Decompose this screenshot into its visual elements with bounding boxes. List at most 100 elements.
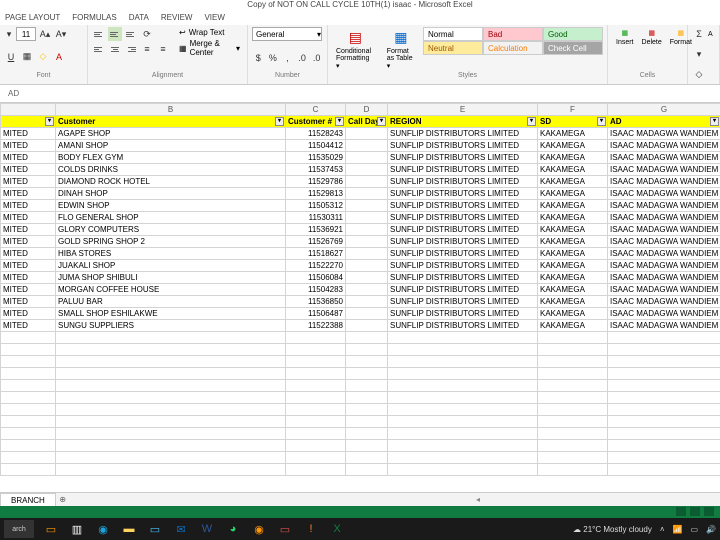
table-row[interactable]: MITEDJUAKALI SHOP11522270SUNFLIP DISTRIB… (1, 260, 720, 272)
wrap-text-button[interactable]: ↩Wrap Text (176, 27, 243, 38)
volume-icon[interactable]: 🔊 (706, 525, 716, 534)
increase-decimal-icon[interactable]: .0 (296, 51, 309, 65)
tab-data[interactable]: DATA (129, 13, 149, 22)
filter-icon[interactable]: ▾ (335, 117, 344, 126)
edge-icon[interactable]: ◉ (94, 520, 112, 538)
fill-icon[interactable]: ▾ (692, 47, 706, 61)
font-size-input[interactable] (16, 27, 36, 41)
insert-button[interactable]: ▦Insert (612, 27, 638, 72)
format-as-table-button[interactable]: ▦Format as Table ▾ (383, 27, 419, 72)
tab-formulas[interactable]: FORMULAS (72, 13, 116, 22)
table-row[interactable] (1, 416, 720, 428)
folder-icon[interactable]: ▬ (120, 520, 138, 538)
table-row[interactable]: MITEDHIBA STORES11518627SUNFLIP DISTRIBU… (1, 248, 720, 260)
add-sheet-button[interactable]: ⊕ (56, 495, 70, 504)
column-headers[interactable]: BCDEFG (1, 104, 720, 116)
style-neutral[interactable]: Neutral (423, 41, 483, 55)
sheet-tab-branch[interactable]: BRANCH (0, 493, 56, 506)
decrease-decimal-icon[interactable]: .0 (310, 51, 323, 65)
tab-view[interactable]: VIEW (204, 13, 224, 22)
table-row[interactable]: MITEDEDWIN SHOP11505312SUNFLIP DISTRIBUT… (1, 200, 720, 212)
table-row[interactable]: MITEDAMANI SHOP11504412SUNFLIP DISTRIBUT… (1, 140, 720, 152)
word-icon[interactable]: W (198, 520, 216, 538)
view-break-icon[interactable] (704, 507, 714, 516)
underline-button[interactable]: U (4, 50, 18, 64)
table-row[interactable]: MITEDDIAMOND ROCK HOTEL11529786SUNFLIP D… (1, 176, 720, 188)
tab-review[interactable]: REVIEW (161, 13, 193, 22)
table-row[interactable]: MITEDJUMA SHOP SHIBULI11506084SUNFLIP DI… (1, 272, 720, 284)
table-row[interactable]: MITEDFLO GENERAL SHOP11530311SUNFLIP DIS… (1, 212, 720, 224)
indent-right-icon[interactable]: ≡ (156, 42, 170, 56)
view-normal-icon[interactable] (676, 507, 686, 516)
align-right-icon[interactable] (124, 42, 138, 56)
table-row[interactable]: MITEDCOLDS DRINKS11537453SUNFLIP DISTRIB… (1, 164, 720, 176)
number-format-dropdown[interactable]: General▾ (252, 27, 322, 41)
table-row[interactable]: MITEDSUNGU SUPPLIERS11522388SUNFLIP DIST… (1, 320, 720, 332)
battery-icon[interactable]: ▭ (690, 525, 698, 534)
style-good[interactable]: Good (543, 27, 603, 41)
file-explorer-icon[interactable]: ▭ (42, 520, 60, 538)
indent-left-icon[interactable]: ≡ (140, 42, 154, 56)
table-row[interactable] (1, 440, 720, 452)
grow-font-icon[interactable]: A▴ (38, 27, 52, 41)
shrink-font-icon[interactable]: A▾ (54, 27, 68, 41)
align-top-icon[interactable] (92, 27, 106, 41)
style-calculation[interactable]: Calculation (483, 41, 543, 55)
table-row[interactable] (1, 380, 720, 392)
filter-icon[interactable]: ▾ (597, 117, 606, 126)
view-page-icon[interactable] (690, 507, 700, 516)
table-row[interactable] (1, 404, 720, 416)
autosum-icon[interactable]: Σ (692, 27, 706, 41)
orientation-icon[interactable]: ⟳ (140, 27, 154, 41)
delete-button[interactable]: ▦Delete (638, 27, 666, 72)
merge-center-button[interactable]: ▦Merge & Center ▾ (176, 38, 243, 58)
firefox-icon[interactable]: ◉ (250, 520, 268, 538)
clear-icon[interactable]: ◇ (692, 67, 706, 81)
currency-icon[interactable]: $ (252, 51, 265, 65)
wifi-icon[interactable]: 📶 (673, 525, 683, 534)
table-row[interactable] (1, 428, 720, 440)
table-row[interactable]: MITEDAGAPE SHOP11528243SUNFLIP DISTRIBUT… (1, 128, 720, 140)
name-box[interactable]: AD (0, 85, 720, 103)
font-color-button[interactable]: A (52, 50, 66, 64)
style-normal[interactable]: Normal (423, 27, 483, 41)
header-row[interactable]: ▾ Customer▾ Customer #▾ Call Day▾ REGION… (1, 116, 720, 128)
table-row[interactable] (1, 356, 720, 368)
table-row[interactable]: MITEDDINAH SHOP11529813SUNFLIP DISTRIBUT… (1, 188, 720, 200)
table-row[interactable] (1, 368, 720, 380)
style-check-cell[interactable]: Check Cell (543, 41, 603, 55)
table-row[interactable]: MITEDPALUU BAR11536850SUNFLIP DISTRIBUTO… (1, 296, 720, 308)
filter-icon[interactable]: ▾ (275, 117, 284, 126)
scroll-arrow-icon[interactable]: ◂ (476, 495, 480, 504)
table-row[interactable] (1, 332, 720, 344)
whatsapp-icon[interactable]: ◕ (224, 520, 242, 538)
table-row[interactable]: MITEDGLORY COMPUTERS11536921SUNFLIP DIST… (1, 224, 720, 236)
filter-icon[interactable]: ▾ (527, 117, 536, 126)
percent-icon[interactable]: % (267, 51, 280, 65)
table-row[interactable]: MITEDMORGAN COFFEE HOUSE11504283SUNFLIP … (1, 284, 720, 296)
excel-icon[interactable]: X (328, 520, 346, 538)
mail-icon[interactable]: ✉ (172, 520, 190, 538)
filter-icon[interactable]: ▾ (377, 117, 386, 126)
filter-icon[interactable]: ▾ (45, 117, 54, 126)
filter-icon[interactable]: ▾ (710, 117, 719, 126)
comma-icon[interactable]: , (281, 51, 294, 65)
tray-up-icon[interactable]: ˄ (660, 525, 665, 534)
task-view-icon[interactable]: ▥ (68, 520, 86, 538)
table-row[interactable] (1, 464, 720, 476)
table-row[interactable]: MITEDSMALL SHOP ESHILAKWE11506487SUNFLIP… (1, 308, 720, 320)
table-row[interactable] (1, 452, 720, 464)
tab-page-layout[interactable]: PAGE LAYOUT (5, 13, 60, 22)
style-bad[interactable]: Bad (483, 27, 543, 41)
app2-icon[interactable]: ! (302, 520, 320, 538)
table-row[interactable]: MITEDBODY FLEX GYM11535029SUNFLIP DISTRI… (1, 152, 720, 164)
app-icon[interactable]: ▭ (276, 520, 294, 538)
store-icon[interactable]: ▭ (146, 520, 164, 538)
worksheet[interactable]: BCDEFG ▾ Customer▾ Customer #▾ Call Day▾… (0, 103, 720, 476)
align-center-icon[interactable] (108, 42, 122, 56)
align-left-icon[interactable] (92, 42, 106, 56)
fill-color-button[interactable]: ◇ (36, 50, 50, 64)
table-row[interactable]: MITEDGOLD SPRING SHOP 211526769SUNFLIP D… (1, 236, 720, 248)
align-middle-icon[interactable] (108, 27, 122, 41)
search-box[interactable]: arch (4, 520, 34, 538)
